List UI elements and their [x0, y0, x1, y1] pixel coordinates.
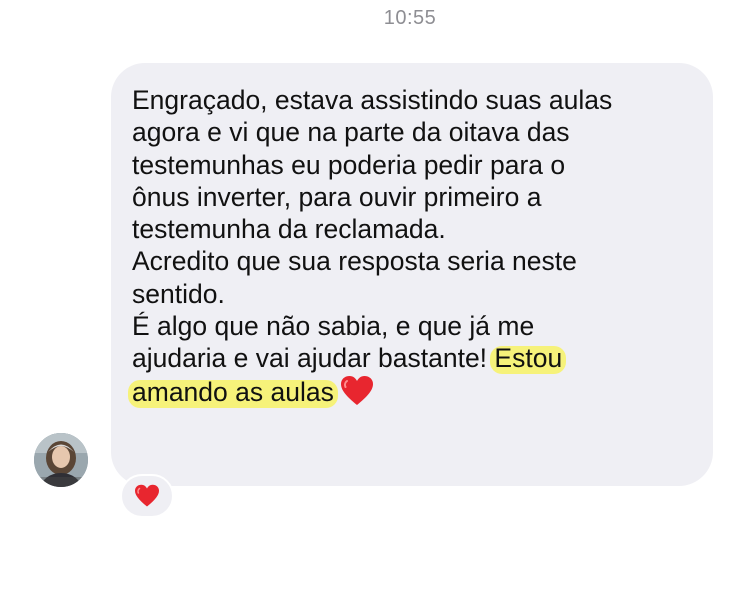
- message-line: É algo que não sabia, e que já me: [132, 311, 535, 342]
- highlighted-text: Estou: [494, 343, 563, 374]
- message-line-text: ajudaria e vai ajudar bastante!: [132, 343, 495, 374]
- message-timestamp: 10:55: [383, 7, 437, 29]
- message-line: Engraçado, estava assistindo suas aulas: [132, 85, 613, 115]
- profile-photo-icon: [34, 433, 88, 487]
- message-line: testemunha da reclamada.: [132, 214, 446, 245]
- message-line: ajudaria e vai ajudar bastante! Estou: [132, 342, 702, 374]
- message-text: Engraçado, estava assistindo suas aulas …: [132, 84, 702, 408]
- sender-avatar[interactable]: [34, 433, 88, 487]
- message-line: ônus inverter, para ouvir primeiro a: [132, 181, 542, 212]
- heart-reaction-badge[interactable]: [120, 474, 174, 518]
- message-line: sentido.: [132, 278, 225, 309]
- red-heart-icon: [340, 375, 374, 407]
- message-line: testemunhas eu poderia pedir para o: [132, 149, 566, 180]
- message-line: Acredito que sua resposta seria neste: [132, 246, 577, 277]
- red-heart-icon: [135, 484, 159, 507]
- message-line: agora e vi que na parte da oitava das: [132, 117, 570, 148]
- message-line: amando as aulas: [132, 375, 702, 408]
- highlighted-text: amando as aulas: [132, 376, 334, 407]
